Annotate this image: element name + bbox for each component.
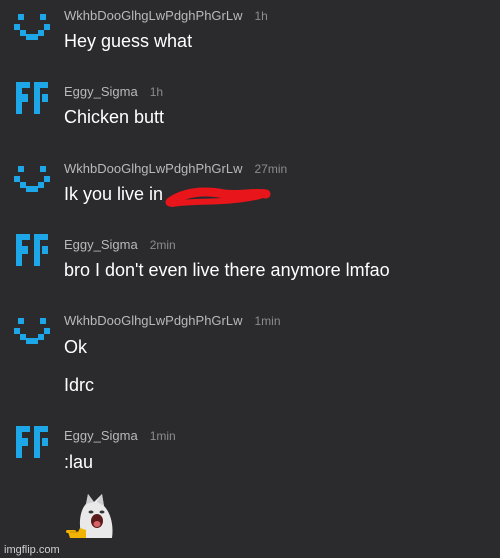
author-name[interactable]: WkhbDooGlhgLwPdghPhGrLw: [64, 313, 242, 328]
laughing-cat-pointing-icon[interactable]: [64, 490, 118, 540]
pixel-face-icon[interactable]: [14, 12, 50, 48]
author-name[interactable]: WkhbDooGlhgLwPdghPhGrLw: [64, 161, 242, 176]
timestamp: 1min: [149, 429, 176, 443]
pixel-face-icon[interactable]: [14, 316, 50, 352]
timestamp: 2min: [149, 238, 176, 252]
message-header: WkhbDooGlhgLwPdghPhGrLw 1h: [64, 8, 268, 23]
message-text: Ok: [64, 337, 88, 357]
message-text: Idrc: [64, 375, 95, 395]
message-text: Ik you live in: [64, 184, 164, 204]
pixel-block-icon[interactable]: [14, 424, 50, 460]
message-header: Eggy_Sigma 1min: [64, 428, 176, 443]
author-name[interactable]: WkhbDooGlhgLwPdghPhGrLw: [64, 8, 242, 23]
message-header: Eggy_Sigma 1h: [64, 84, 163, 99]
pixel-face-icon[interactable]: [14, 164, 50, 200]
author-name[interactable]: Eggy_Sigma: [64, 428, 138, 443]
timestamp: 27min: [254, 162, 288, 176]
message-header: Eggy_Sigma 2min: [64, 237, 176, 252]
author-name[interactable]: Eggy_Sigma: [64, 237, 138, 252]
timestamp: 1h: [254, 9, 268, 23]
message-text: :lau: [64, 452, 94, 472]
timestamp: 1h: [149, 85, 164, 99]
message-text: Chicken butt: [64, 107, 165, 127]
message-header: WkhbDooGlhgLwPdghPhGrLw 27min: [64, 161, 287, 176]
author-name[interactable]: Eggy_Sigma: [64, 84, 138, 99]
message-header: WkhbDooGlhgLwPdghPhGrLw 1min: [64, 313, 281, 328]
watermark: imgflip.com: [4, 544, 60, 556]
pixel-block-icon[interactable]: [14, 232, 50, 268]
redaction-scribble: [165, 187, 271, 207]
message-text: Hey guess what: [64, 31, 193, 51]
timestamp: 1min: [254, 314, 281, 328]
pixel-block-icon[interactable]: [14, 80, 50, 116]
message-text: bro I don't even live there anymore lmfa…: [64, 260, 390, 280]
